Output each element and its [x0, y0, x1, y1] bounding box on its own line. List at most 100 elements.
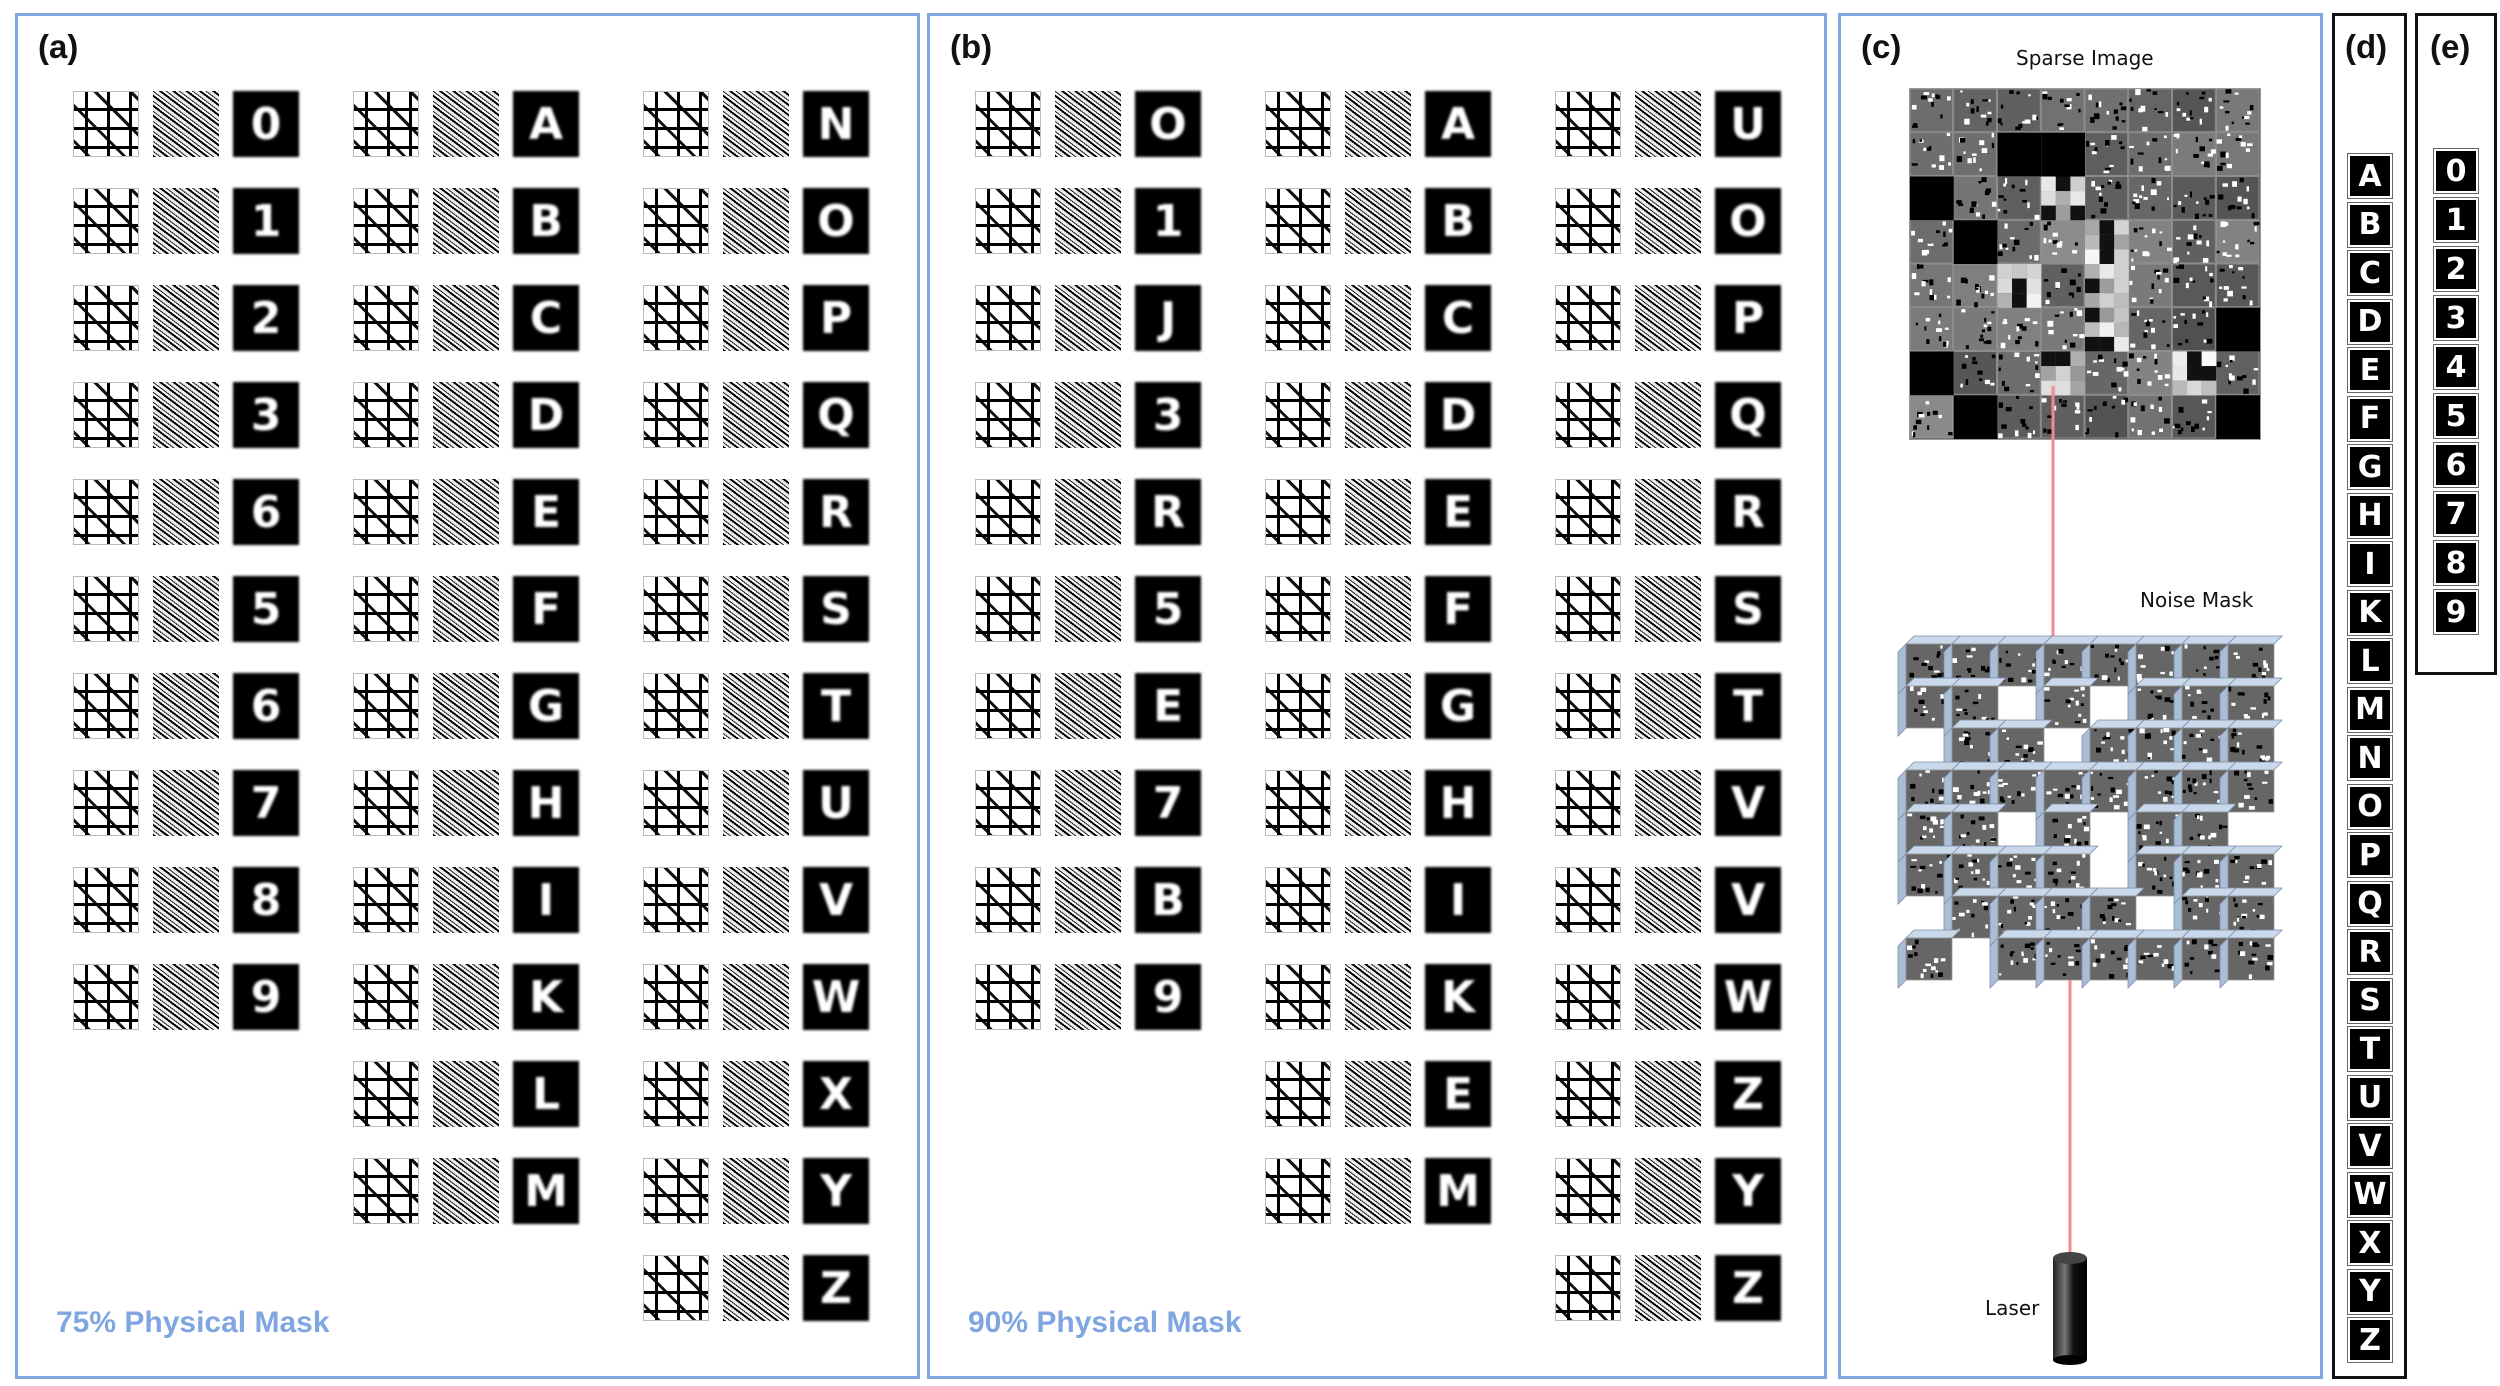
mask-noise-speck: [2157, 791, 2162, 794]
mask-noise-speck: [2007, 909, 2012, 914]
panel-b-mask-tile: [1555, 867, 1621, 933]
panel-a-reconstruction-tile: Z: [803, 1255, 869, 1321]
mask-block-side: [1897, 853, 1907, 905]
mask-noise-speck: [2013, 855, 2018, 858]
panel-a: (a) 0123656789ABCDEFGHIKLMNOPQRSTUVWXYZ …: [15, 13, 920, 1379]
panel-a-mask-tile: [73, 479, 139, 545]
mask-noise-speck: [1935, 890, 1938, 894]
panel-a-label: (a): [38, 28, 79, 65]
panel-b-noise-tile: [1055, 479, 1121, 545]
mask-block-top: [2181, 929, 2237, 939]
mask-noise-speck: [2189, 836, 2194, 841]
panel-b-mask-tile: [1265, 382, 1331, 448]
mask-noise-speck: [1929, 864, 1933, 867]
panel-b-noise-tile: [1345, 673, 1411, 739]
mask-block-top: [1905, 677, 1961, 687]
mask-noise-speck: [2160, 728, 2163, 734]
mask-noise-speck: [2209, 770, 2212, 776]
panel-a-noise-tile: [723, 1255, 789, 1321]
mask-noise-speck: [2248, 806, 2255, 810]
mask-noise-speck: [1972, 859, 1978, 863]
mask-noise-speck: [2064, 838, 2070, 843]
panel-a-mask-tile: [353, 964, 419, 1030]
panel-a-mask-tile: [73, 576, 139, 642]
mask-noise-speck: [2065, 834, 2071, 839]
panel-a-reconstruction-tile: R: [803, 479, 869, 545]
mask-noise-speck: [2000, 923, 2004, 929]
mask-noise-speck: [2256, 863, 2262, 868]
panel-a-noise-tile: [433, 479, 499, 545]
panel-b-noise-tile: [1345, 576, 1411, 642]
panel-a-noise-tile: [433, 188, 499, 254]
mask-block-face: [2227, 769, 2275, 813]
panel-a-mask-tile: [353, 285, 419, 351]
mask-noise-speck: [2182, 754, 2186, 759]
mask-noise-speck: [2252, 957, 2258, 961]
mask-noise-speck: [2186, 940, 2190, 945]
mask-block-top: [1951, 719, 2007, 729]
mask-noise-speck: [2095, 747, 2102, 753]
mask-block-side: [2035, 643, 2045, 695]
mask-noise-speck: [1986, 880, 1990, 885]
panel-a-mask-tile: [73, 673, 139, 739]
panel-a-reconstruction-tile: 6: [233, 479, 299, 545]
panel-b-noise-tile: [1345, 382, 1411, 448]
mask-block-side: [1943, 853, 1953, 905]
mask-noise-speck: [2169, 876, 2173, 880]
panel-b-reconstruction-tile: Y: [1715, 1158, 1781, 1224]
panel-a-mask-tile: [643, 1255, 709, 1321]
panel-a-reconstruction-tile: G: [513, 673, 579, 739]
mask-noise-speck: [2110, 747, 2113, 752]
mask-noise-speck: [2236, 917, 2240, 922]
panel-b-mask-tile: [975, 285, 1041, 351]
mask-noise-speck: [2168, 791, 2173, 795]
letter-tile: K: [2350, 592, 2390, 633]
mask-noise-speck: [2056, 903, 2060, 907]
mask-noise-speck: [2150, 690, 2154, 694]
letter-tile: U: [2350, 1077, 2390, 1118]
mask-noise-speck: [2182, 872, 2185, 877]
mask-noise-speck: [1975, 839, 1980, 843]
panel-a-mask-tile: [643, 188, 709, 254]
mask-noise-speck: [1920, 713, 1925, 717]
mask-noise-speck: [1958, 864, 1964, 869]
mask-noise-speck: [2265, 965, 2270, 971]
mask-noise-speck: [2094, 729, 2097, 732]
mask-block-top: [2089, 635, 2145, 645]
panel-a-noise-tile: [723, 673, 789, 739]
mask-noise-speck: [2065, 787, 2070, 792]
mask-noise-speck: [2208, 835, 2211, 840]
mask-noise-speck: [2106, 732, 2110, 738]
mask-noise-speck: [2015, 865, 2021, 870]
panel-a-noise-tile: [153, 673, 219, 739]
panel-a-noise-tile: [433, 1158, 499, 1224]
mask-noise-speck: [2197, 860, 2201, 864]
panel-e: (e) 0 1 2 3 4 5 6 7 8 9: [2415, 13, 2497, 675]
panel-a-mask-tile: [643, 91, 709, 157]
mask-block-side: [2127, 937, 2137, 989]
mask-noise-speck: [2238, 802, 2244, 808]
panel-b-noise-tile: [1055, 867, 1121, 933]
mask-noise-speck: [2160, 671, 2165, 675]
panel-b-label: (b): [950, 28, 993, 65]
mask-noise-speck: [2064, 660, 2068, 664]
mask-block-top: [1905, 803, 1961, 813]
mask-noise-speck: [2125, 922, 2132, 926]
mask-noise-speck: [2195, 733, 2202, 738]
mask-noise-speck: [2248, 974, 2253, 980]
mask-block-top: [1905, 635, 1961, 645]
mask-noise-speck: [1920, 973, 1924, 979]
mask-noise-speck: [2147, 752, 2153, 757]
panel-a-reconstruction-tile: 9: [233, 964, 299, 1030]
panel-a-noise-tile: [153, 964, 219, 1030]
panel-a-mask-tile: [353, 770, 419, 836]
panel-b-reconstruction-tile: Z: [1715, 1255, 1781, 1321]
mask-noise-speck: [1919, 815, 1926, 820]
mask-block-top: [2227, 635, 2283, 645]
mask-noise-speck: [1960, 834, 1966, 838]
panel-b-reconstruction-tile: 3: [1135, 382, 1201, 448]
mask-noise-speck: [1925, 770, 1930, 773]
panel-d-label: (d): [2345, 28, 2388, 65]
panel-b-reconstruction-tile: H: [1425, 770, 1491, 836]
panel-b-mask-tile: [1555, 1158, 1621, 1224]
